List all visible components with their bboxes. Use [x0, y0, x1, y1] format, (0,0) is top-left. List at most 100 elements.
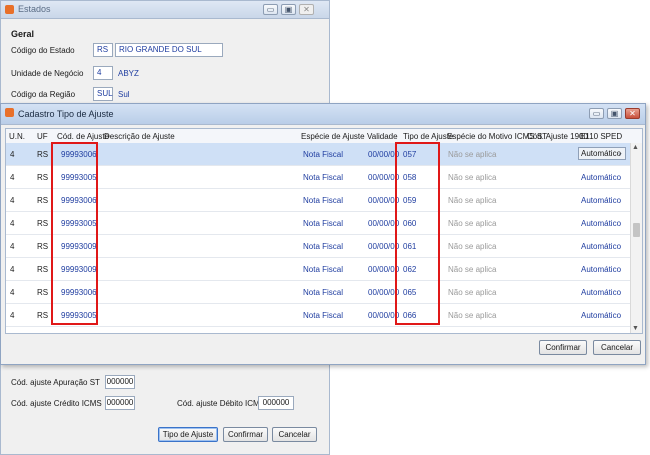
- table-row[interactable]: 4 RS 99993005 Nota Fiscal 00/00/00 060 Não se …: [6, 212, 632, 235]
- cell-especie: Nota Fiscal: [303, 219, 344, 228]
- state-code-field[interactable]: RS: [93, 43, 113, 57]
- state-name-field[interactable]: RIO GRANDE DO SUL: [115, 43, 223, 57]
- cell-cod-ajuste: 99993006: [61, 150, 97, 159]
- minimize-icon[interactable]: ▭: [589, 108, 604, 119]
- cell-uf: RS: [37, 265, 49, 274]
- cell-especie: Nota Fiscal: [303, 150, 344, 159]
- debito-icms-field[interactable]: 000000: [258, 396, 294, 410]
- cell-motivo-icms-st: Não se aplica: [448, 150, 497, 159]
- cell-validade: 00/00/00: [368, 311, 400, 320]
- business-unit-field[interactable]: 4: [93, 66, 113, 80]
- cell-un: 4: [10, 196, 15, 205]
- cell-e110-sped: Automático: [581, 265, 622, 274]
- dialog-title: Cadastro Tipo de Ajuste: [18, 109, 114, 119]
- cell-un: 4: [10, 242, 15, 251]
- close-icon[interactable]: ✕: [299, 4, 314, 15]
- col-cod-ajuste-1900[interactable]: Cód. Ajuste 1900: [527, 132, 588, 141]
- cell-uf: RS: [37, 196, 49, 205]
- cell-cod-ajuste: 99993005: [61, 219, 97, 228]
- col-validade[interactable]: Validade: [367, 132, 398, 141]
- vertical-scrollbar[interactable]: ▲ ▼: [630, 143, 642, 333]
- cell-cod-ajuste: 99993006: [61, 196, 97, 205]
- apuracao-st-field[interactable]: 000000: [105, 375, 135, 389]
- cell-tipo-ajuste: 065: [403, 288, 417, 297]
- dialog-confirmar-button[interactable]: Confirmar: [539, 340, 587, 355]
- cell-un: 4: [10, 265, 15, 274]
- cell-validade: 00/00/00: [368, 219, 400, 228]
- apuracao-st-label: Cód. ajuste Apuração ST: [11, 378, 100, 387]
- maximize-icon[interactable]: ▣: [281, 4, 296, 15]
- col-descricao[interactable]: Descrição de Ajuste: [104, 132, 175, 141]
- cell-especie: Nota Fiscal: [303, 288, 344, 297]
- cell-tipo-ajuste: 066: [403, 311, 417, 320]
- cell-un: 4: [10, 311, 15, 320]
- cell-e110-sped: Automático: [581, 288, 622, 297]
- section-title: Geral: [11, 29, 35, 39]
- maximize-icon[interactable]: ▣: [607, 108, 622, 119]
- cell-validade: 00/00/00: [368, 288, 400, 297]
- scroll-down-icon[interactable]: ▼: [632, 325, 639, 332]
- cell-motivo-icms-st: Não se aplica: [448, 265, 497, 274]
- cell-un: 4: [10, 288, 15, 297]
- col-tipo-ajuste[interactable]: Tipo de Ajuste: [403, 132, 453, 141]
- cell-cod-ajuste: 99993005: [61, 311, 97, 320]
- col-e110-sped[interactable]: E110 SPED: [580, 132, 622, 141]
- cell-uf: RS: [37, 173, 49, 182]
- region-name: Sul: [118, 90, 130, 99]
- cell-tipo-ajuste: 059: [403, 196, 417, 205]
- region-code-field[interactable]: SUL: [93, 87, 113, 101]
- credito-icms-field[interactable]: 000000: [105, 396, 135, 410]
- cell-uf: RS: [37, 311, 49, 320]
- cell-e110-sped: Automático: [581, 219, 622, 228]
- cell-especie: Nota Fiscal: [303, 196, 344, 205]
- chevron-down-icon[interactable]: ⌄: [617, 148, 623, 159]
- col-un[interactable]: U.N.: [9, 132, 25, 141]
- debito-icms-label: Cód. ajuste Débito ICMS: [177, 399, 266, 408]
- table-row[interactable]: 4 RS 99993005 Nota Fiscal 00/00/00 066 Não se …: [6, 304, 632, 327]
- e110-dropdown[interactable]: Automático ⌄: [578, 147, 626, 160]
- cell-especie: Nota Fiscal: [303, 242, 344, 251]
- business-unit-label: Unidade de Negócio: [11, 69, 84, 78]
- table-row[interactable]: 4 RS 99993005 Nota Fiscal 00/00/00 058 Não se …: [6, 166, 632, 189]
- cell-cod-ajuste: 99993009: [61, 242, 97, 251]
- region-code-label: Código da Região: [11, 90, 76, 99]
- cell-validade: 00/00/00: [368, 150, 400, 159]
- cell-e110-sped: Automático: [581, 196, 622, 205]
- scroll-thumb[interactable]: [633, 223, 640, 237]
- cell-un: 4: [10, 150, 15, 159]
- cell-motivo-icms-st: Não se aplica: [448, 242, 497, 251]
- cell-motivo-icms-st: Não se aplica: [448, 219, 497, 228]
- col-uf[interactable]: UF: [37, 132, 48, 141]
- table-row[interactable]: 4 RS 99993006 Nota Fiscal 00/00/00 065 Não se …: [6, 281, 632, 304]
- cell-cod-ajuste: 99993009: [61, 265, 97, 274]
- tipo-ajuste-dialog: Cadastro Tipo de Ajuste ▭ ▣ ✕ U.N. UF Có…: [0, 103, 646, 365]
- cell-tipo-ajuste: 058: [403, 173, 417, 182]
- table-row[interactable]: 4 RS 99993009 Nota Fiscal 00/00/00 062 Não se …: [6, 258, 632, 281]
- close-icon[interactable]: ✕: [625, 108, 640, 119]
- col-especie[interactable]: Espécie de Ajuste: [301, 132, 365, 141]
- cell-uf: RS: [37, 150, 49, 159]
- cell-motivo-icms-st: Não se aplica: [448, 311, 497, 320]
- minimize-icon[interactable]: ▭: [263, 4, 278, 15]
- cell-validade: 00/00/00: [368, 242, 400, 251]
- estados-titlebar: Estados ▭ ▣ ✕: [1, 1, 329, 19]
- credito-icms-label: Cód. ajuste Crédito ICMS: [11, 399, 102, 408]
- cell-especie: Nota Fiscal: [303, 311, 344, 320]
- cell-motivo-icms-st: Não se aplica: [448, 196, 497, 205]
- cell-cod-ajuste: 99993005: [61, 173, 97, 182]
- business-unit-name: ABYZ: [118, 69, 139, 78]
- confirmar-button[interactable]: Confirmar: [223, 427, 268, 442]
- table-row[interactable]: 4 RS 99993006 Nota Fiscal 00/00/00 057 Não se …: [6, 143, 632, 166]
- scroll-up-icon[interactable]: ▲: [632, 144, 639, 151]
- cell-uf: RS: [37, 242, 49, 251]
- dialog-cancelar-button[interactable]: Cancelar: [593, 340, 641, 355]
- tipo-ajuste-button[interactable]: Tipo de Ajuste: [158, 427, 218, 442]
- state-code-label: Código do Estado: [11, 46, 75, 55]
- cell-uf: RS: [37, 288, 49, 297]
- cell-especie: Nota Fiscal: [303, 265, 344, 274]
- cell-e110-sped: Automático: [581, 242, 622, 251]
- table-row[interactable]: 4 RS 99993009 Nota Fiscal 00/00/00 061 Não se …: [6, 235, 632, 258]
- cancelar-button[interactable]: Cancelar: [272, 427, 317, 442]
- table-row[interactable]: 4 RS 99993006 Nota Fiscal 00/00/00 059 Não se …: [6, 189, 632, 212]
- col-cod-ajuste[interactable]: Cód. de Ajuste: [57, 132, 109, 141]
